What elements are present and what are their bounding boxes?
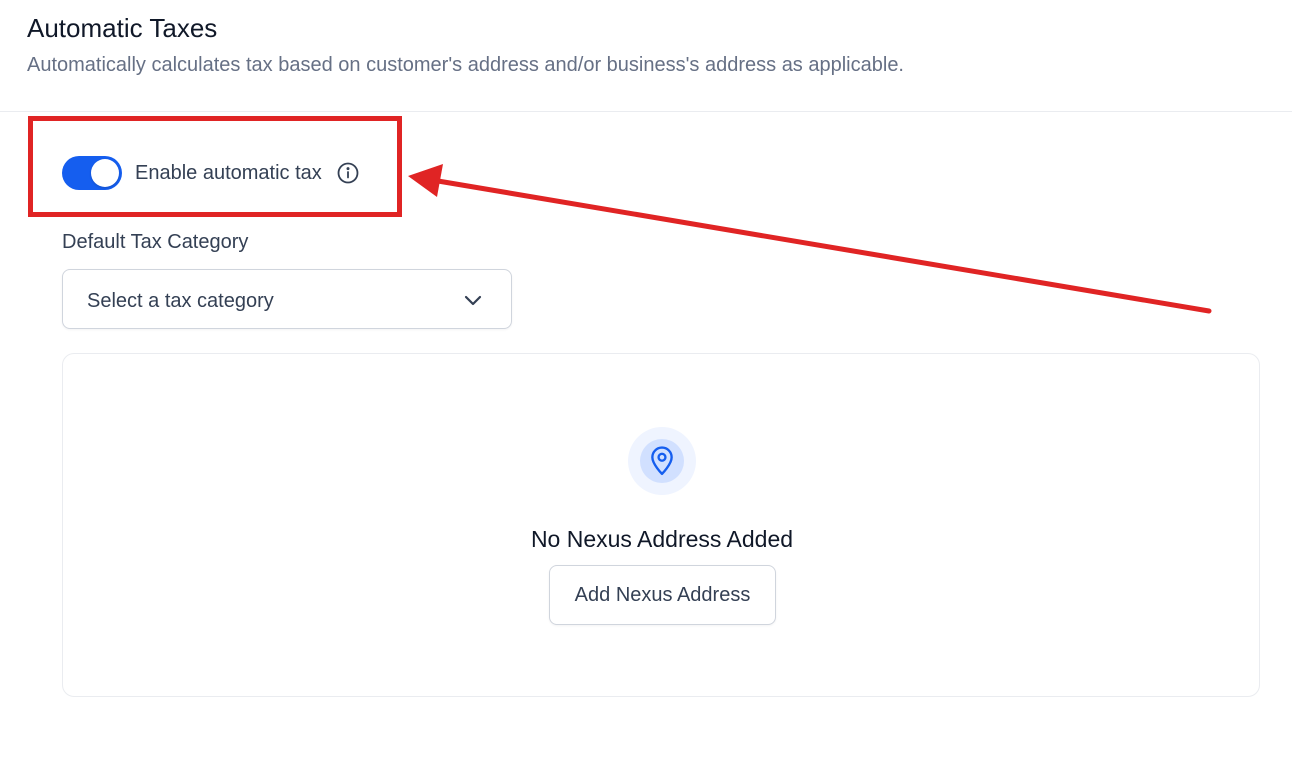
info-circle-icon[interactable]	[336, 161, 360, 185]
add-nexus-address-button[interactable]: Add Nexus Address	[549, 565, 776, 625]
page-subtitle: Automatically calculates tax based on cu…	[27, 54, 904, 76]
automatic-tax-row: Enable automatic tax	[62, 154, 360, 192]
page-title: Automatic Taxes	[27, 13, 218, 43]
tax-category-placeholder: Select a tax category	[87, 290, 274, 312]
tax-category-label: Default Tax Category	[62, 231, 249, 253]
automatic-tax-label: Enable automatic tax	[135, 161, 322, 184]
chevron-down-icon	[461, 288, 485, 312]
toggle-knob	[91, 159, 119, 187]
nexus-address-card: No Nexus Address Added Add Nexus Address	[62, 353, 1260, 697]
tax-category-select[interactable]: Select a tax category	[62, 269, 512, 329]
map-pin-icon	[651, 446, 673, 476]
page-header: Automatic Taxes Automatically calculates…	[0, 0, 1292, 112]
map-pin-badge	[628, 427, 696, 495]
empty-state-title: No Nexus Address Added	[530, 526, 794, 552]
automatic-tax-toggle[interactable]	[62, 156, 122, 190]
